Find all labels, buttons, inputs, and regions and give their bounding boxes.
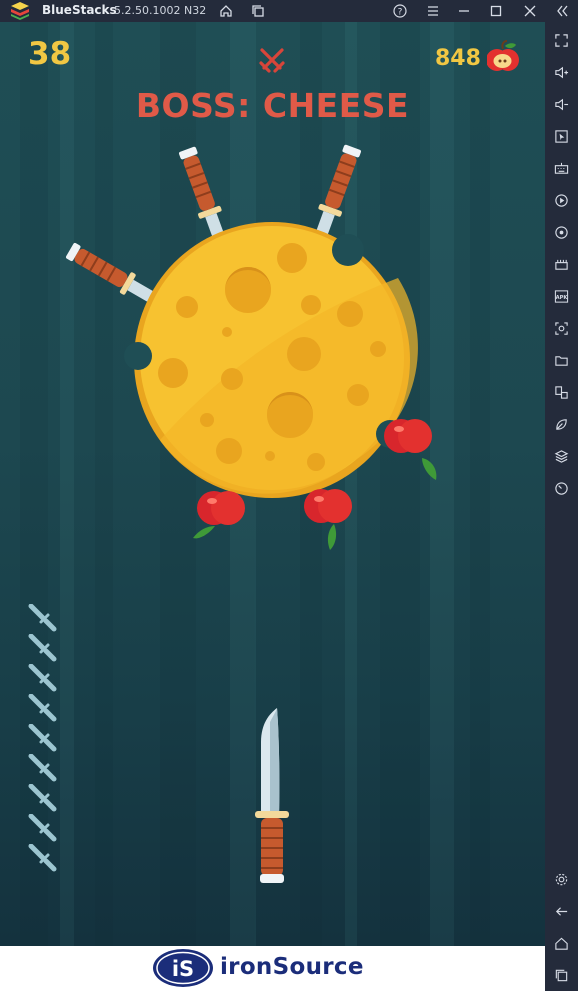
recent-apps-icon[interactable]: [550, 964, 572, 986]
app-name: BlueStacks: [42, 3, 117, 17]
layers-icon[interactable]: [550, 445, 572, 467]
home-icon[interactable]: [214, 0, 238, 22]
svg-text:?: ?: [398, 8, 403, 18]
svg-text:APK: APK: [555, 294, 568, 300]
boss-name-label: BOSS: CHEESE: [135, 86, 410, 125]
sync-icon[interactable]: [550, 221, 572, 243]
player-knife[interactable]: [255, 708, 289, 883]
tool-sidebar: APK: [545, 22, 578, 991]
apple-currency-icon: [487, 40, 519, 71]
eco-mode-icon[interactable]: [550, 413, 572, 435]
volume-down-icon[interactable]: [550, 93, 572, 115]
performance-icon[interactable]: [550, 253, 572, 275]
ad-banner[interactable]: iS ironSource: [0, 946, 545, 991]
minimize-icon[interactable]: [452, 0, 476, 22]
close-icon[interactable]: [518, 0, 542, 22]
screenshot-icon[interactable]: [550, 317, 572, 339]
bluestacks-logo-icon: [11, 2, 29, 20]
multi-instance-icon[interactable]: [246, 0, 270, 22]
android-home-icon[interactable]: [550, 932, 572, 954]
help-icon[interactable]: ?: [388, 0, 412, 22]
remaining-knife-icon: [28, 754, 57, 782]
remaining-knife-icon: [28, 664, 57, 692]
ad-brand-name: ironSource: [220, 954, 364, 980]
speed-icon[interactable]: [550, 477, 572, 499]
ironsource-logo-icon: iS: [153, 949, 213, 987]
stuck-knife-left: [66, 242, 160, 306]
cursor-lock-icon[interactable]: [550, 125, 572, 147]
volume-up-icon[interactable]: [550, 61, 572, 83]
menu-icon[interactable]: [421, 0, 445, 22]
multi-instance-sync-icon[interactable]: [550, 381, 572, 403]
macro-record-icon[interactable]: [550, 189, 572, 211]
score-counter: 38: [28, 36, 72, 72]
remaining-knife-icon: [28, 784, 57, 812]
install-apk-icon[interactable]: APK: [550, 285, 572, 307]
collapse-sidebar-icon[interactable]: [550, 0, 574, 22]
fullscreen-icon[interactable]: [550, 29, 572, 51]
remaining-knife-icon: [28, 724, 57, 752]
settings-icon[interactable]: [550, 868, 572, 890]
app-version: 5.2.50.1002 N32: [114, 4, 207, 17]
remaining-knife-icon: [28, 604, 57, 632]
game-background: [20, 22, 490, 946]
keyboard-controls-icon[interactable]: [550, 157, 572, 179]
crossed-swords-icon: [259, 48, 285, 73]
remaining-knife-icon: [28, 814, 57, 842]
remaining-knife-icon: [28, 634, 57, 662]
back-icon[interactable]: [550, 900, 572, 922]
game-canvas[interactable]: 38 848 BOSS: CHEESE: [0, 22, 545, 946]
apple-counter: 848: [435, 46, 481, 71]
folder-icon[interactable]: [550, 349, 572, 371]
remaining-knife-icon: [28, 844, 57, 872]
ironsource-logo-text: iS: [172, 957, 194, 981]
remaining-knives-indicator: [28, 604, 58, 879]
maximize-icon[interactable]: [484, 0, 508, 22]
remaining-knife-icon: [28, 694, 57, 722]
window-titlebar: BlueStacks 5.2.50.1002 N32 ?: [0, 0, 578, 22]
